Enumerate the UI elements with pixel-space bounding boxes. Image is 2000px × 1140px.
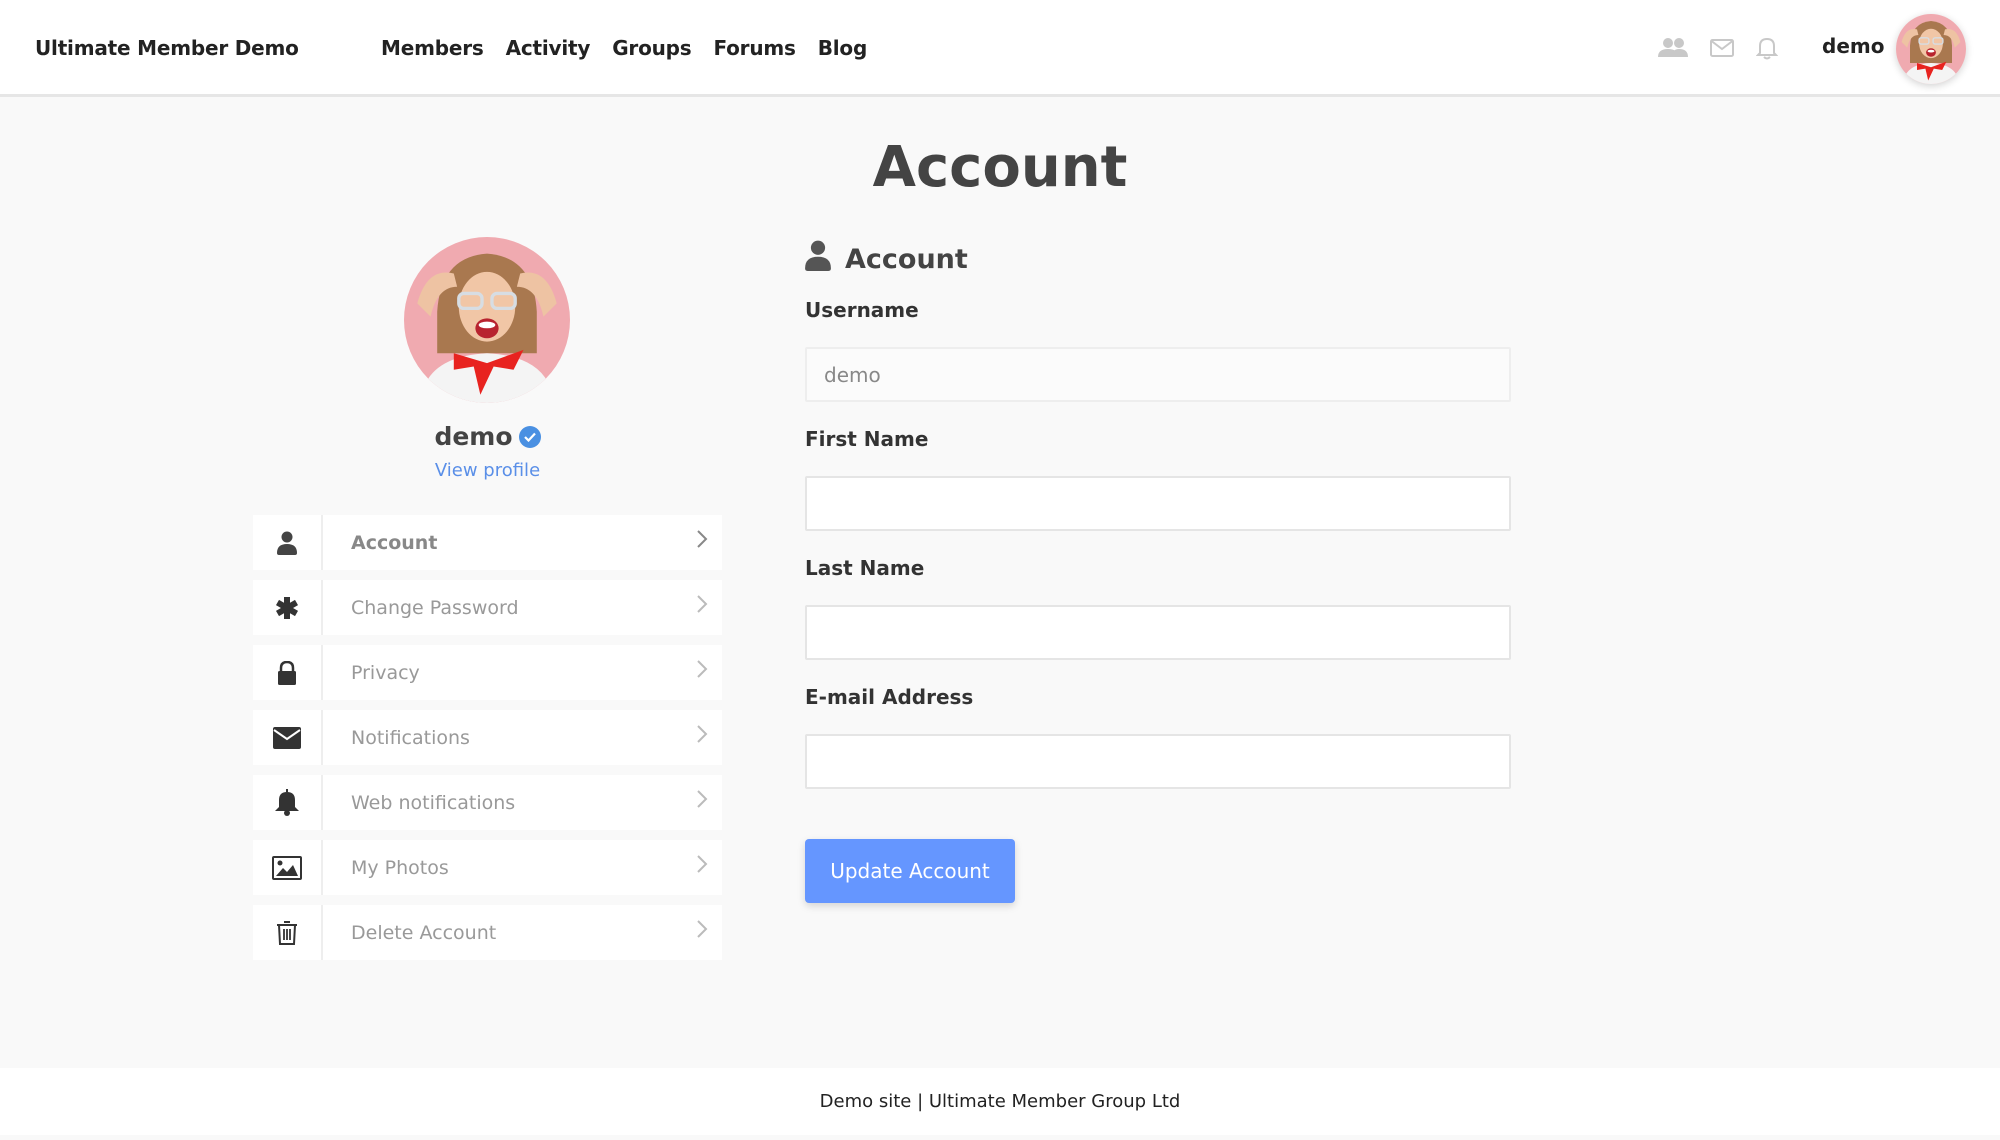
site-brand-link[interactable]: Ultimate Member Demo <box>35 36 299 60</box>
account-menu: Account Change Password Privacy Notifica… <box>253 515 722 970</box>
nav-activity[interactable]: Activity <box>506 36 591 60</box>
menu-label: Account <box>351 531 438 554</box>
footer-text: Demo site | Ultimate Member Group Ltd <box>819 1091 1181 1112</box>
username-input[interactable] <box>805 347 1511 402</box>
view-profile-link[interactable]: View profile <box>380 460 595 481</box>
section-header: Account <box>805 240 968 278</box>
notifications-bell-icon[interactable] <box>1756 36 1778 60</box>
menu-label: Change Password <box>351 596 519 619</box>
page-title: Account <box>872 135 1128 200</box>
trash-icon <box>253 905 323 960</box>
chevron-right-icon <box>682 840 722 895</box>
menu-item-change-password[interactable]: Change Password <box>253 580 722 635</box>
nav-groups[interactable]: Groups <box>612 36 691 60</box>
chevron-right-icon <box>682 580 722 635</box>
update-account-button[interactable]: Update Account <box>805 839 1015 903</box>
menu-item-web-notifications[interactable]: Web notifications <box>253 775 722 830</box>
section-title: Account <box>845 243 968 275</box>
menu-item-notifications[interactable]: Notifications <box>253 710 722 765</box>
main-nav: Members Activity Groups Forums Blog <box>381 36 867 60</box>
user-icon <box>253 515 323 570</box>
last-name-input[interactable] <box>805 605 1511 660</box>
chevron-right-icon <box>682 710 722 765</box>
envelope-icon <box>253 710 323 765</box>
header-username[interactable]: demo <box>1822 34 1884 58</box>
profile-name: demo <box>434 422 513 451</box>
header-avatar[interactable] <box>1896 14 1966 84</box>
profile-name-row: demo <box>380 422 595 451</box>
menu-label: Delete Account <box>351 921 497 944</box>
chevron-right-icon <box>682 645 722 700</box>
menu-label: Notifications <box>351 726 470 749</box>
nav-forums[interactable]: Forums <box>713 36 795 60</box>
asterisk-icon <box>253 580 323 635</box>
site-footer: Demo site | Ultimate Member Group Ltd <box>0 1068 2000 1135</box>
username-label: Username <box>805 298 919 322</box>
friends-icon[interactable] <box>1658 37 1688 59</box>
menu-label: Web notifications <box>351 791 516 814</box>
email-label: E-mail Address <box>805 685 974 709</box>
menu-item-delete-account[interactable]: Delete Account <box>253 905 722 960</box>
messages-icon[interactable] <box>1710 39 1734 57</box>
user-icon <box>805 240 831 278</box>
profile-avatar <box>404 237 570 403</box>
image-icon <box>253 840 323 895</box>
menu-label: Privacy <box>351 661 420 684</box>
menu-item-account[interactable]: Account <box>253 515 722 570</box>
menu-label: My Photos <box>351 856 449 879</box>
chevron-right-icon <box>682 515 722 570</box>
site-header: Ultimate Member Demo Members Activity Gr… <box>0 0 2000 97</box>
bell-icon <box>253 775 323 830</box>
menu-item-privacy[interactable]: Privacy <box>253 645 722 700</box>
nav-blog[interactable]: Blog <box>818 36 868 60</box>
first-name-input[interactable] <box>805 476 1511 531</box>
first-name-label: First Name <box>805 427 929 451</box>
nav-members[interactable]: Members <box>381 36 484 60</box>
lock-icon <box>253 645 323 700</box>
header-icon-group <box>1658 36 1778 60</box>
last-name-label: Last Name <box>805 556 925 580</box>
menu-item-my-photos[interactable]: My Photos <box>253 840 722 895</box>
email-input[interactable] <box>805 734 1511 789</box>
verified-badge-icon <box>518 425 541 448</box>
chevron-right-icon <box>682 775 722 830</box>
chevron-right-icon <box>682 905 722 960</box>
